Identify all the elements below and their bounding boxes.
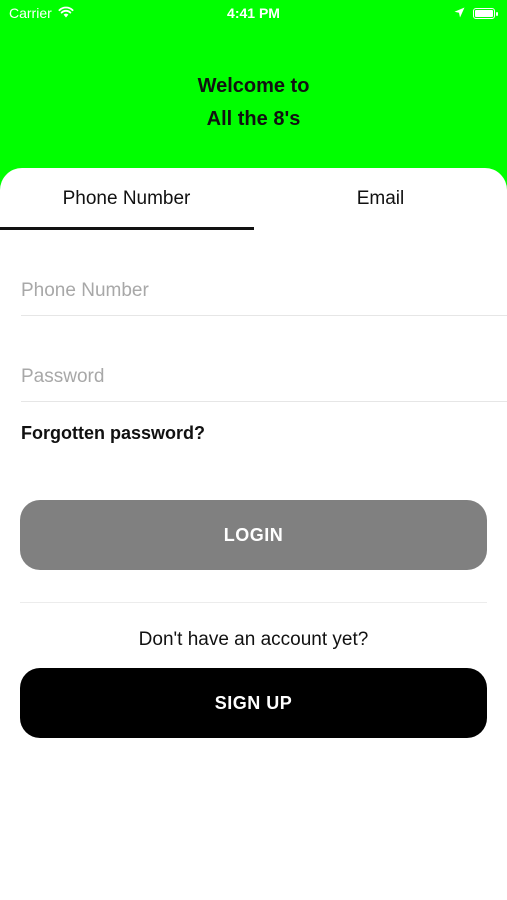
phone-number-input[interactable] xyxy=(21,267,507,316)
tab-bar: Phone Number Email xyxy=(0,168,507,230)
active-tab-indicator xyxy=(0,227,254,230)
status-bar: Carrier 4:41 PM xyxy=(0,0,507,28)
app-name: All the 8's xyxy=(206,108,301,130)
welcome-line-1: Welcome to xyxy=(197,75,310,97)
forgot-password-link[interactable]: Forgotten password? xyxy=(21,423,205,444)
battery-icon xyxy=(473,7,498,19)
status-right xyxy=(454,5,498,21)
welcome-title: Welcome to All the 8's xyxy=(0,70,507,136)
sign-up-button[interactable]: SIGN UP xyxy=(20,668,487,738)
password-input[interactable] xyxy=(21,353,507,402)
login-button[interactable]: LOGIN xyxy=(20,500,487,570)
status-time: 4:41 PM xyxy=(227,5,280,21)
tab-email[interactable]: Email xyxy=(254,168,507,230)
location-arrow-icon xyxy=(454,5,465,21)
tab-phone-number[interactable]: Phone Number xyxy=(0,168,253,230)
signup-prompt: Don't have an account yet? xyxy=(138,629,369,650)
login-card: Phone Number Email Forgotten password? L… xyxy=(0,168,507,900)
divider xyxy=(20,602,487,603)
